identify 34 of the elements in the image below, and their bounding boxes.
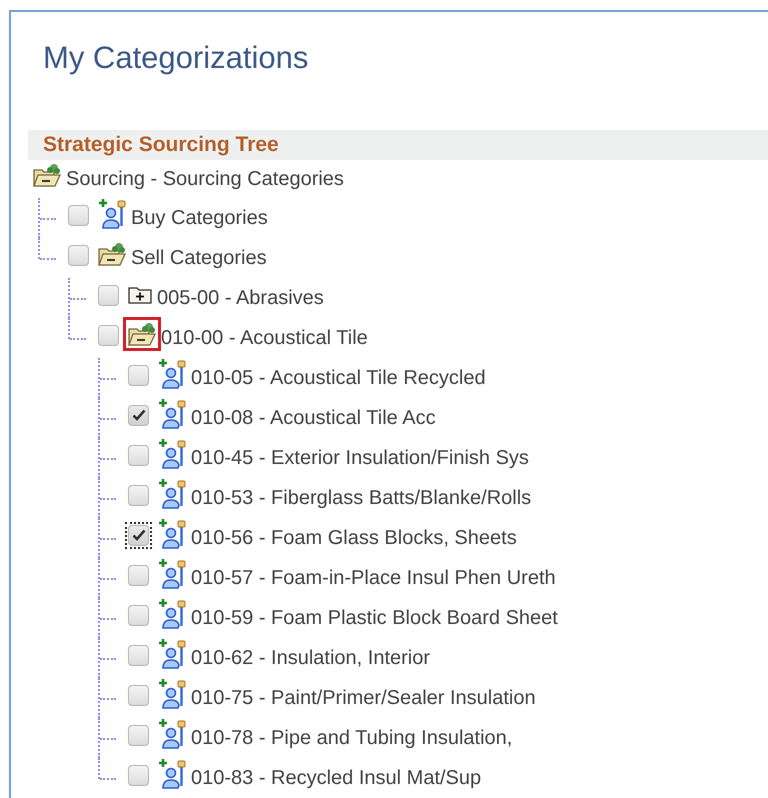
tree-node-label[interactable]: 010-62 - Insulation, Interior (191, 646, 430, 670)
checkbox[interactable] (128, 564, 149, 586)
checkbox[interactable] (128, 404, 149, 426)
check-mark-icon (132, 409, 146, 421)
tree-node-label[interactable]: 010-45 - Exterior Insulation/Finish Sys (191, 446, 529, 470)
checkbox[interactable] (98, 324, 119, 346)
tree-node-label[interactable]: 010-78 - Pipe and Tubing Insulation, (191, 726, 512, 750)
tree-node-label[interactable]: Buy Categories (131, 206, 268, 230)
tree-node-label[interactable]: 010-83 - Recycled Insul Mat/Sup (191, 766, 482, 790)
tree-node-label[interactable]: 005-00 - Abrasives (157, 286, 324, 310)
checkbox[interactable] (128, 484, 149, 506)
checkbox[interactable] (128, 604, 149, 626)
checkbox[interactable] (68, 244, 89, 266)
tree-node-label[interactable]: 010-08 - Acoustical Tile Acc (191, 406, 436, 430)
tree-node-label[interactable]: 010-59 - Foam Plastic Block Board Sheet (191, 606, 558, 630)
checkbox[interactable] (98, 284, 119, 306)
checkbox[interactable] (128, 364, 149, 386)
tree-node-label[interactable]: Sourcing - Sourcing Categories (66, 168, 344, 190)
checkbox[interactable] (128, 684, 149, 706)
checkbox[interactable] (128, 444, 149, 466)
tree-node-label[interactable]: 010-53 - Fiberglass Batts/Blanke/Rolls (191, 486, 532, 510)
tree-node-label[interactable]: 010-56 - Foam Glass Blocks, Sheets (191, 526, 517, 550)
checkbox[interactable] (128, 724, 149, 746)
tree-node-label[interactable]: 010-75 - Paint/Primer/Sealer Insulation (191, 686, 536, 710)
checkbox[interactable] (68, 204, 89, 226)
tree-title: Strategic Sourcing Tree (42, 133, 279, 157)
tree-node-label[interactable]: 010-00 - Acoustical Tile (161, 326, 368, 350)
checkbox[interactable] (128, 764, 149, 786)
checkbox[interactable] (128, 644, 149, 666)
tree-node-label[interactable]: 010-57 - Foam-in-Place Insul Phen Ureth (191, 566, 556, 590)
page-title: My Categorizations (42, 39, 310, 77)
tree-node-label[interactable]: 010-05 - Acoustical Tile Recycled (191, 366, 486, 390)
tree-node-label[interactable]: Sell Categories (131, 246, 267, 270)
check-mark-icon (132, 529, 146, 541)
